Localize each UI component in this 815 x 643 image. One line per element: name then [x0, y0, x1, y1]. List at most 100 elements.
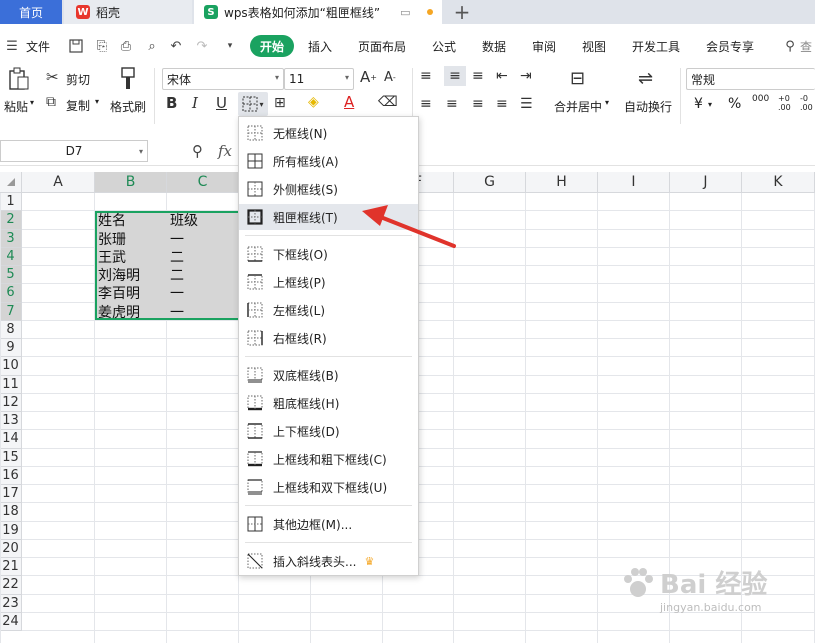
fill-color-icon[interactable]: ◈ [308, 94, 319, 110]
align-right-icon[interactable]: ≡ [472, 96, 484, 112]
tab-daoke[interactable]: W 稻壳 [64, 0, 192, 24]
row-header-21[interactable]: 21 [0, 558, 22, 577]
row-header-14[interactable]: 14 [0, 430, 22, 449]
align-bottom-icon[interactable]: ≡ [472, 68, 484, 84]
border-menu-item-bottom-border[interactable]: 下框线(O) [239, 241, 418, 267]
currency-dropdown-icon[interactable]: ▾ [708, 100, 712, 109]
font-color-icon[interactable]: A [344, 93, 354, 111]
border-menu-item-all-borders[interactable]: 所有框线(A) [239, 148, 418, 174]
column-header-b[interactable]: B [95, 172, 167, 193]
export-icon[interactable]: ⎘ [94, 38, 110, 54]
row-header-12[interactable]: 12 [0, 393, 22, 412]
border-button[interactable]: ▾ [238, 92, 268, 116]
percent-icon[interactable]: % [728, 96, 741, 112]
column-header-i[interactable]: I [598, 172, 670, 193]
cell-c4[interactable]: 二 [167, 248, 239, 266]
row-header-20[interactable]: 20 [0, 539, 22, 558]
column-header-c[interactable]: C [167, 172, 239, 193]
cell-b6[interactable]: 李百明 [95, 284, 167, 302]
save-icon[interactable] [68, 38, 84, 54]
menu-formula[interactable]: 公式 [432, 32, 456, 60]
align-center-icon[interactable]: ≡ [446, 96, 458, 112]
search-label[interactable]: 查 [800, 32, 812, 60]
column-header-a[interactable]: A [22, 172, 95, 193]
menu-vip[interactable]: 会员专享 [706, 32, 754, 60]
select-all-corner[interactable] [0, 172, 22, 193]
row-header-24[interactable]: 24 [0, 612, 22, 631]
menu-file[interactable]: 文件 [26, 32, 50, 60]
row-header-2[interactable]: 2 [0, 211, 22, 230]
row-header-1[interactable]: 1 [0, 193, 22, 212]
indent-increase-icon[interactable]: ⇥ [520, 68, 532, 84]
quick-access-more-icon[interactable]: ▾ [222, 38, 238, 54]
merge-dropdown-icon[interactable]: ▾ [605, 98, 609, 107]
align-middle-icon[interactable]: ≡ [444, 66, 466, 86]
menu-start[interactable]: 开始 [250, 35, 295, 57]
justify-icon[interactable]: ≡ [496, 96, 508, 112]
row-header-17[interactable]: 17 [0, 485, 22, 504]
tab-document[interactable]: S wps表格如何添加“粗匣框线” ▭ [194, 0, 442, 24]
name-box[interactable]: D7 ▾ [0, 140, 148, 162]
hamburger-menu-icon[interactable]: ☰ [4, 38, 20, 54]
wrap-text-icon[interactable]: ⇌ [638, 68, 653, 89]
copy-button[interactable]: 复制 [66, 97, 90, 114]
search-icon[interactable]: ⚲ [782, 38, 798, 54]
copy-dropdown-icon[interactable]: ▾ [95, 97, 99, 106]
paste-dropdown-icon[interactable]: ▾ [30, 98, 34, 107]
cell-b2[interactable]: 姓名 [95, 211, 167, 229]
copy-icon[interactable]: ⧉ [46, 94, 56, 110]
format-painter-button[interactable]: 格式刷 [110, 98, 146, 115]
border-menu-item-top-bottom-border[interactable]: 上下框线(D) [239, 418, 418, 444]
row-header-7[interactable]: 7 [0, 302, 22, 321]
wrap-text-button[interactable]: 自动换行 [624, 98, 672, 115]
increase-decimal-icon[interactable]: +0 .00 [778, 94, 792, 112]
paste-label[interactable]: 粘贴 [4, 98, 28, 115]
print-icon[interactable]: ⎙ [118, 38, 134, 54]
cell-b5[interactable]: 刘海明 [95, 266, 167, 284]
cell-b7[interactable]: 姜虎明 [95, 303, 167, 321]
menu-data[interactable]: 数据 [482, 32, 506, 60]
cell-style-icon[interactable]: ⊞ [274, 95, 286, 111]
cell-c6[interactable]: 一 [167, 284, 239, 302]
row-header-23[interactable]: 23 [0, 594, 22, 613]
row-header-19[interactable]: 19 [0, 521, 22, 540]
undo-icon[interactable]: ↶ [168, 38, 184, 54]
paste-icon[interactable] [6, 66, 32, 92]
column-header-k[interactable]: K [742, 172, 815, 193]
border-menu-item-outside-borders[interactable]: 外侧框线(S) [239, 176, 418, 202]
border-menu-item-right-border[interactable]: 右框线(R) [239, 325, 418, 351]
cut-button[interactable]: 剪切 [66, 71, 90, 88]
decrease-decimal-icon[interactable]: -0 .00 [800, 94, 814, 112]
border-menu-item-more-borders[interactable]: 其他边框(M)... [239, 511, 418, 537]
cell-b3[interactable]: 张珊 [95, 230, 167, 248]
zoom-magnifier-icon[interactable]: ⚲ [192, 142, 203, 160]
eraser-icon[interactable]: ⌫ [378, 94, 398, 110]
border-menu-item-top-border[interactable]: 上框线(P) [239, 269, 418, 295]
cell-c2[interactable]: 班级 [167, 211, 239, 229]
column-header-j[interactable]: J [670, 172, 742, 193]
indent-decrease-icon[interactable]: ⇤ [496, 68, 508, 84]
row-header-8[interactable]: 8 [0, 320, 22, 339]
new-tab-plus-icon[interactable]: + [450, 0, 474, 24]
decrease-font-icon[interactable]: A- [384, 70, 396, 85]
border-menu-item-top-double-bottom-border[interactable]: 上框线和双下框线(U) [239, 474, 418, 500]
font-size-select[interactable]: 11 ▾ [284, 68, 354, 90]
row-header-10[interactable]: 10 [0, 357, 22, 376]
row-header-3[interactable]: 3 [0, 229, 22, 248]
border-menu-item-top-thick-bottom-border[interactable]: 上框线和粗下框线(C) [239, 446, 418, 472]
scissors-icon[interactable]: ✂ [46, 68, 59, 86]
merge-center-button[interactable]: 合并居中 [554, 98, 602, 115]
format-painter-icon[interactable] [116, 66, 140, 92]
tab-home[interactable]: 首页 [0, 0, 62, 24]
merge-cells-icon[interactable]: ⊟ [570, 68, 585, 89]
column-header-g[interactable]: G [454, 172, 526, 193]
insert-function-icon[interactable]: fx [218, 142, 232, 160]
cell-b4[interactable]: 王武 [95, 248, 167, 266]
row-header-22[interactable]: 22 [0, 576, 22, 595]
border-menu-item-thick-box-border[interactable]: 粗匣框线(T) [239, 204, 418, 230]
menu-review[interactable]: 审阅 [532, 32, 556, 60]
print-preview-icon[interactable]: ⌕ [144, 38, 160, 54]
cell-c7[interactable]: 一 [167, 303, 239, 321]
row-header-15[interactable]: 15 [0, 448, 22, 467]
row-header-18[interactable]: 18 [0, 503, 22, 522]
